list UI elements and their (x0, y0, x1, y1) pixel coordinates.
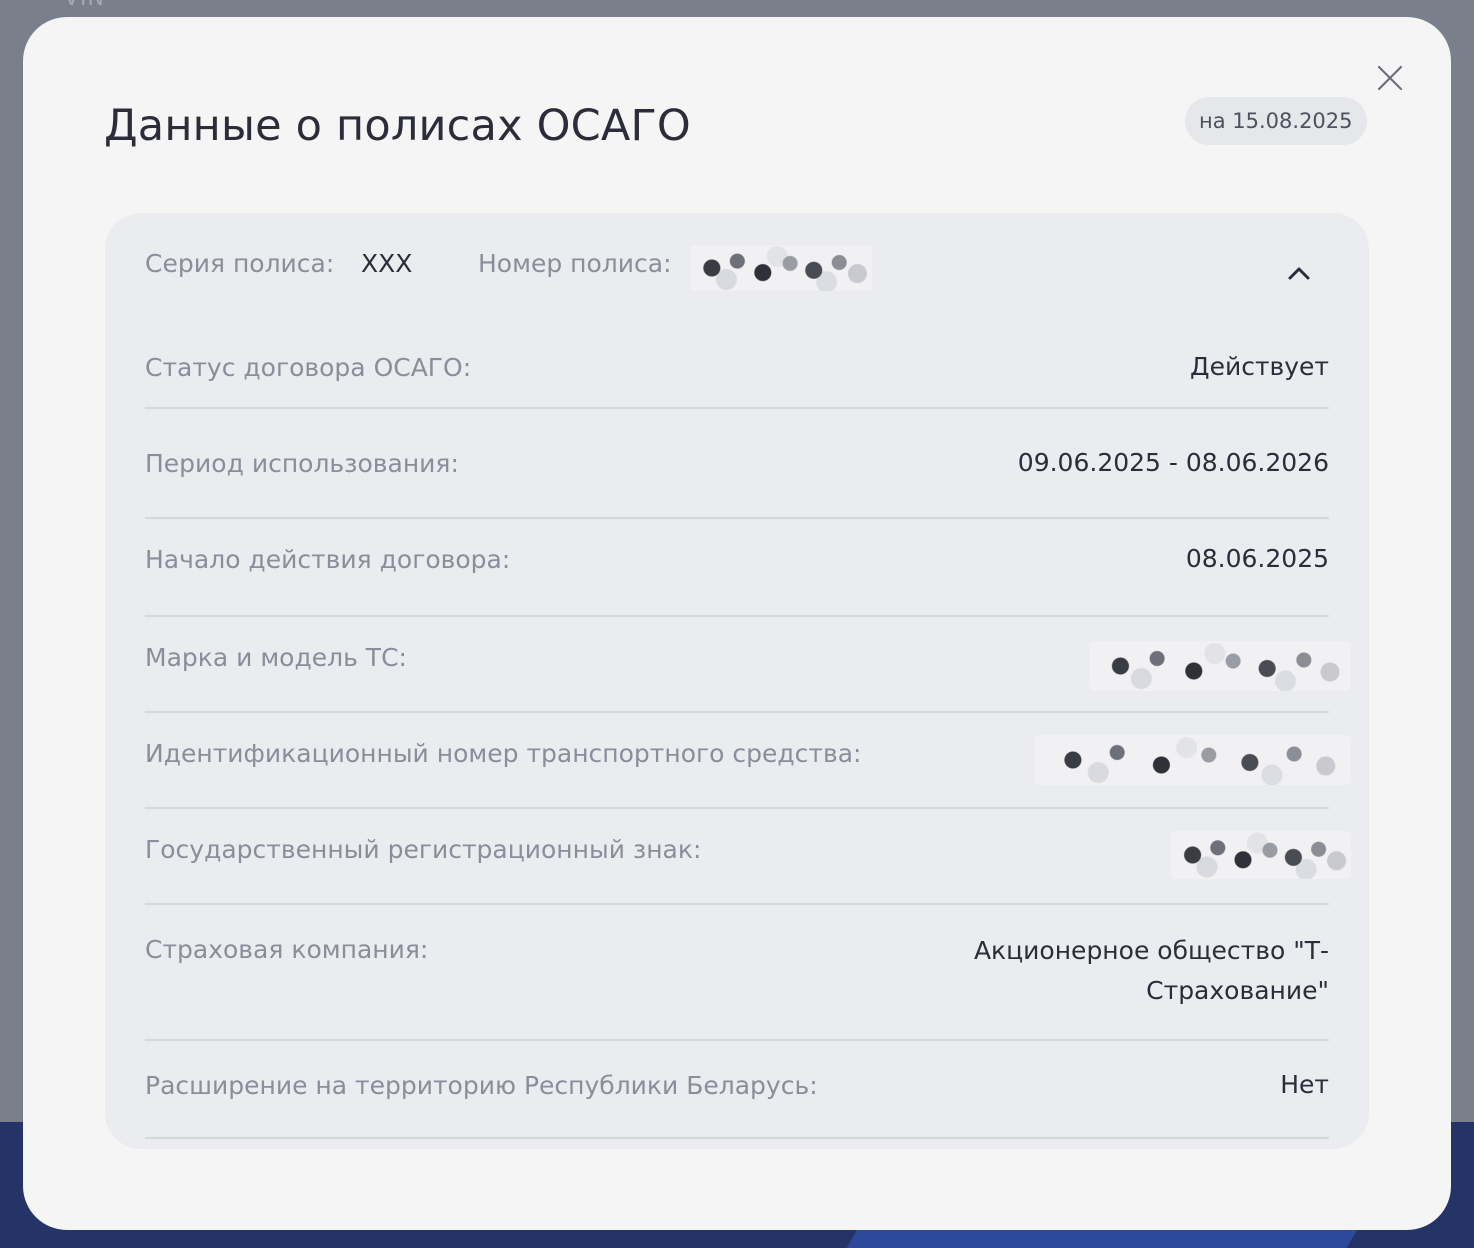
plate-masked (1171, 831, 1351, 879)
policy-card-header[interactable]: Серия полиса: XXX Номер полиса: (105, 213, 1369, 323)
row-label: Статус договора ОСАГО: (145, 353, 472, 382)
row-insurance-company: Страховая компания: Акционерное общество… (145, 905, 1329, 1041)
row-registration-plate: Государственный регистрационный знак: (145, 809, 1351, 905)
policy-card: Серия полиса: XXX Номер полиса: Статус д… (105, 213, 1369, 1149)
vehicle-model-masked (1089, 641, 1351, 691)
row-label: Страховая компания: (145, 935, 429, 964)
row-label: Период использования: (145, 449, 459, 478)
row-value: 09.06.2025 - 08.06.2026 (1017, 448, 1329, 477)
row-label: Идентификационный номер транспортного ср… (145, 739, 862, 768)
row-value: Акционерное общество "Т-Страхование" (973, 936, 1329, 1005)
row-label: Расширение на территорию Республики Бела… (145, 1071, 818, 1100)
date-badge: на 15.08.2025 (1185, 97, 1367, 145)
row-label: Начало действия договора: (145, 545, 511, 574)
chevron-up-icon[interactable] (1285, 263, 1313, 283)
row-label: Государственный регистрационный знак: (145, 835, 702, 864)
row-value: Действует (1190, 352, 1329, 381)
row-vin: Идентификационный номер транспортного ср… (145, 713, 1351, 809)
row-contract-start: Начало действия договора: 08.06.2025 (145, 519, 1329, 617)
osago-modal: Данные о полисах ОСАГО на 15.08.2025 Сер… (23, 17, 1451, 1230)
row-contract-status: Статус договора ОСАГО: Действует (145, 323, 1329, 409)
row-value: Нет (1280, 1070, 1329, 1099)
row-usage-period: Период использования: 09.06.2025 - 08.06… (145, 423, 1329, 519)
close-button[interactable] (1374, 62, 1406, 94)
row-vehicle-model: Марка и модель ТС: (145, 617, 1351, 713)
row-belarus-extension: Расширение на территорию Республики Бела… (145, 1041, 1329, 1139)
vin-masked (1035, 735, 1351, 785)
row-label: Марка и модель ТС: (145, 643, 407, 672)
series-label: Серия полиса: (145, 249, 335, 278)
row-value: 08.06.2025 (1185, 544, 1329, 573)
number-label: Номер полиса: (478, 249, 672, 278)
modal-title: Данные о полисах ОСАГО (104, 101, 691, 151)
background-vin-label: VIN (64, 0, 105, 11)
close-icon (1377, 65, 1403, 91)
series-value: XXX (361, 249, 413, 278)
policy-number-masked (690, 245, 872, 291)
